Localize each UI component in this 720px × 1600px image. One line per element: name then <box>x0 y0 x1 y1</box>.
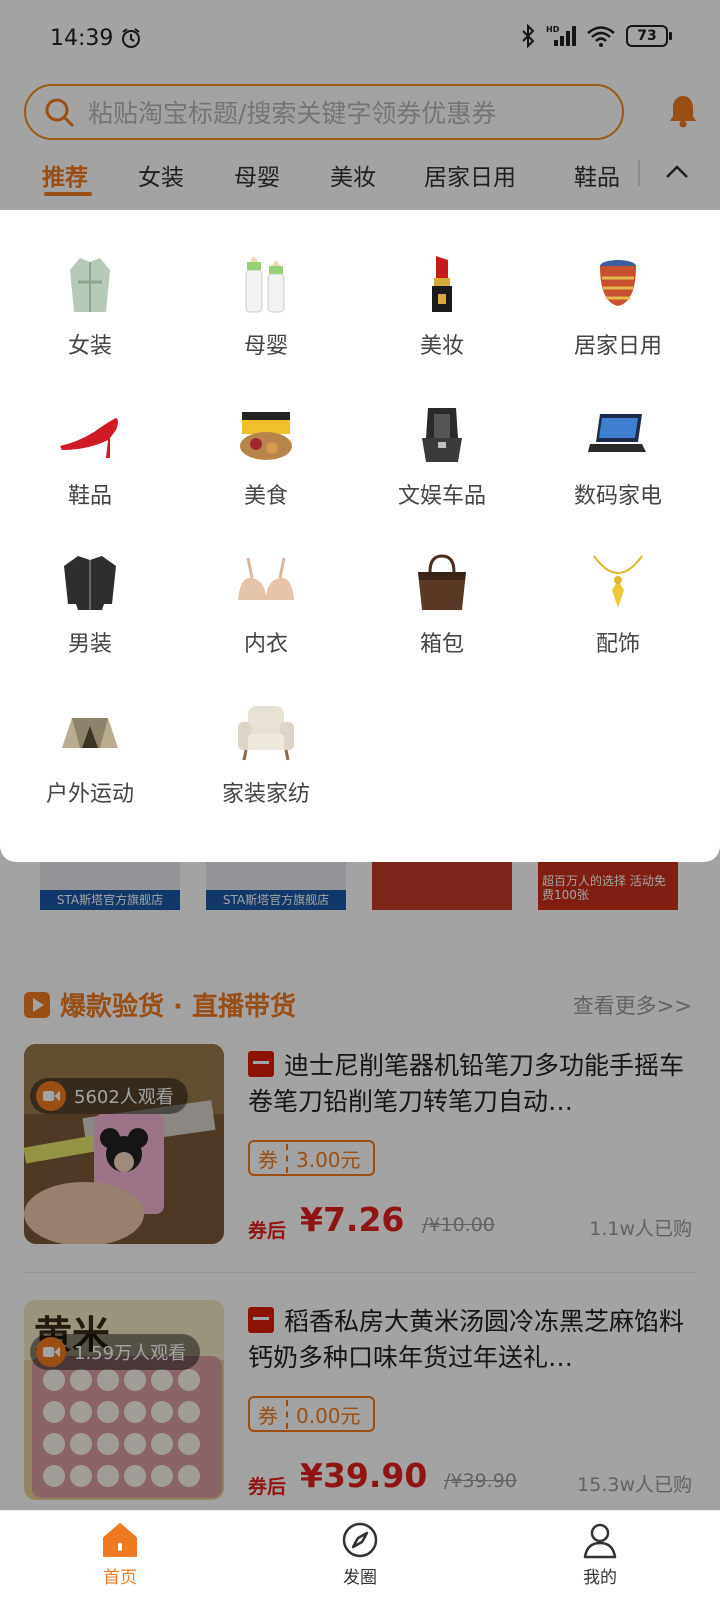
category-label: 户外运动 <box>45 782 134 807</box>
coat-icon <box>70 258 110 312</box>
category-label: 女装 <box>67 334 112 359</box>
category-label: 配饰 <box>595 632 640 657</box>
category-label: 鞋品 <box>67 484 112 509</box>
nav-label: 我的 <box>583 1568 617 1588</box>
category-label: 美妆 <box>419 334 464 359</box>
nav-moments[interactable]: 发圈 <box>300 1521 420 1588</box>
category-mens[interactable]: 男装 <box>20 550 160 658</box>
category-baby[interactable]: 母婴 <box>196 252 336 360</box>
home-icon <box>103 1523 137 1557</box>
category-entertainment-car[interactable]: 文娱车品 <box>372 402 512 510</box>
bowl-icon <box>600 260 636 306</box>
category-label: 男装 <box>67 632 112 657</box>
category-womens[interactable]: 女装 <box>20 252 160 360</box>
tent-icon <box>62 718 118 748</box>
user-icon <box>583 1523 617 1559</box>
laptop-icon <box>588 414 646 452</box>
baby-bottle-icon <box>245 257 285 313</box>
armchair-icon <box>238 706 294 761</box>
nav-home[interactable]: 首页 <box>60 1521 180 1588</box>
nav-profile[interactable]: 我的 <box>540 1521 660 1588</box>
category-panel: 女装 母婴 美妆 居家日用 鞋品 美食 文娱车品 数码家电 男装 内衣 箱包 配… <box>0 210 720 862</box>
category-home[interactable]: 居家日用 <box>548 252 688 360</box>
category-underwear[interactable]: 内衣 <box>196 550 336 658</box>
category-digital[interactable]: 数码家电 <box>548 402 688 510</box>
category-bags[interactable]: 箱包 <box>372 550 512 658</box>
high-heel-icon <box>60 418 118 458</box>
lipstick-icon <box>432 256 452 312</box>
category-shoes[interactable]: 鞋品 <box>20 402 160 510</box>
category-label: 箱包 <box>419 632 464 657</box>
category-food[interactable]: 美食 <box>196 402 336 510</box>
category-home-textile[interactable]: 家装家纺 <box>196 700 336 808</box>
compass-icon <box>342 1522 378 1558</box>
category-label: 内衣 <box>243 632 288 657</box>
nav-label: 发圈 <box>343 1568 377 1588</box>
category-label: 居家日用 <box>573 334 662 359</box>
category-outdoor[interactable]: 户外运动 <box>20 700 160 808</box>
jacket-icon <box>64 556 116 610</box>
necklace-icon <box>593 555 643 608</box>
bottom-nav: 首页 发圈 我的 <box>0 1510 720 1600</box>
category-beauty[interactable]: 美妆 <box>372 252 512 360</box>
handbag-icon <box>418 554 466 610</box>
car-seat-icon <box>422 408 462 462</box>
category-accessories[interactable]: 配饰 <box>548 550 688 658</box>
category-label: 美食 <box>243 484 288 509</box>
bra-icon <box>238 557 294 600</box>
nav-label: 首页 <box>103 1568 137 1588</box>
category-label: 家装家纺 <box>221 782 310 807</box>
category-label: 文娱车品 <box>397 484 486 509</box>
category-label: 数码家电 <box>573 484 662 509</box>
category-label: 母婴 <box>243 334 288 359</box>
snack-box-icon <box>240 412 292 460</box>
